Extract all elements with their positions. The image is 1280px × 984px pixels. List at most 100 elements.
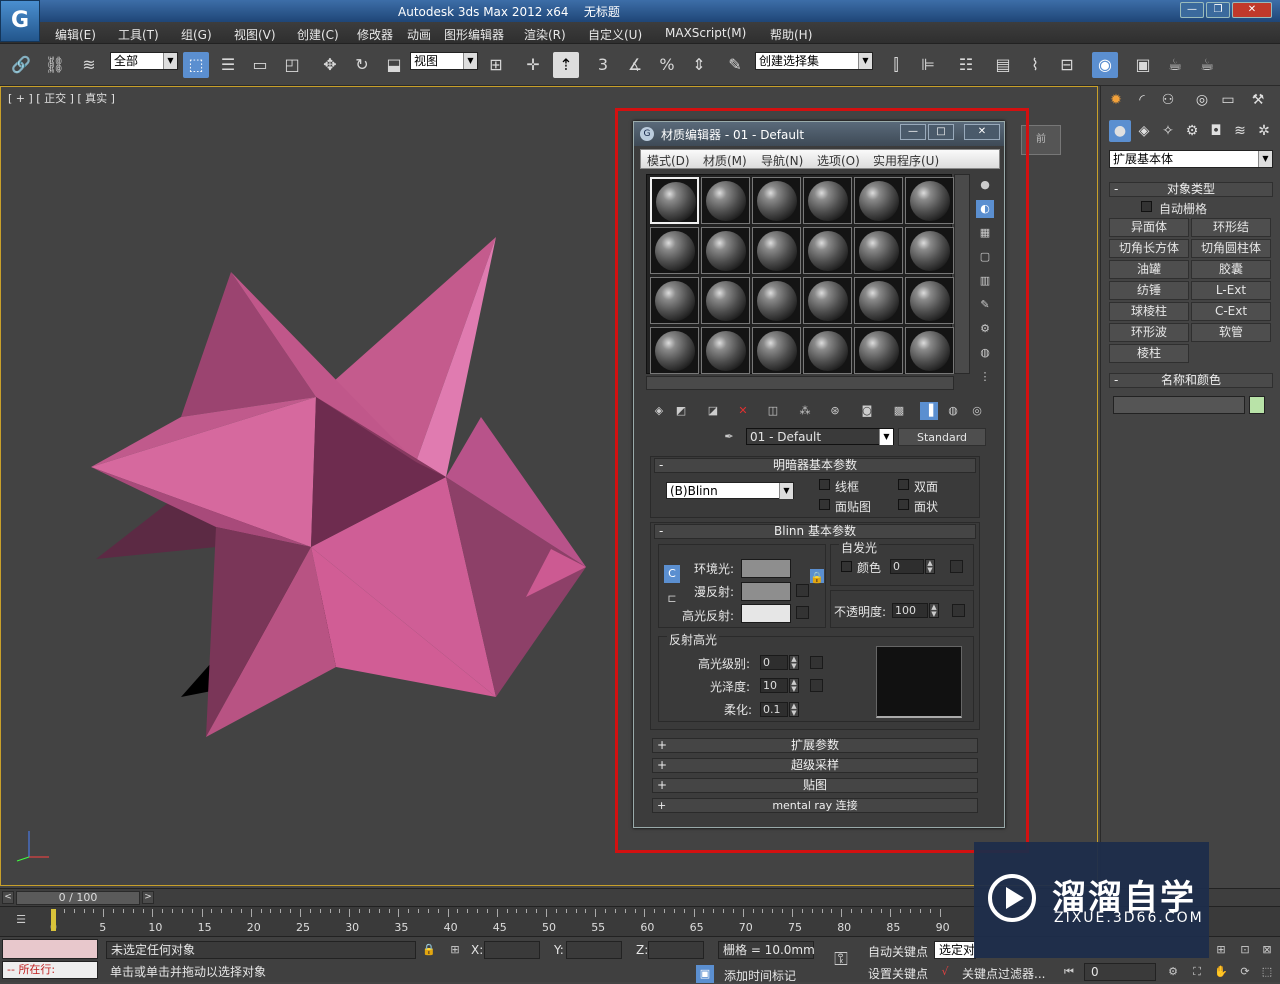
ring-wave-button[interactable]: 环形波 xyxy=(1109,323,1189,342)
sample-slot[interactable] xyxy=(905,227,954,274)
rendered-frame-icon[interactable]: ☕ xyxy=(1162,52,1188,78)
object-name-field[interactable] xyxy=(1113,396,1245,414)
hedra-button[interactable]: 异面体 xyxy=(1109,218,1189,237)
opacity-spinner[interactable]: 100 ▲ ▼ xyxy=(892,603,939,618)
angle-snap-icon[interactable]: ∡ xyxy=(622,52,648,78)
render-setup-icon[interactable]: ▣ xyxy=(1130,52,1156,78)
menu-rendering[interactable]: 渲染(R) xyxy=(524,26,566,43)
menu-tools[interactable]: 工具(T) xyxy=(118,26,159,43)
spec-level-spinner[interactable]: 0 ▲ ▼ xyxy=(760,655,799,670)
make-preview-icon[interactable]: ✎ xyxy=(976,296,994,314)
link-icon[interactable]: 🔗 xyxy=(8,52,34,78)
menu-maxscript[interactable]: MAXScript(M) xyxy=(665,26,746,40)
sample-slot[interactable] xyxy=(701,327,750,374)
auto-key-button[interactable]: 自动关键点 xyxy=(868,943,928,960)
sample-slot[interactable] xyxy=(752,227,801,274)
absolute-mode-icon[interactable]: ⊞ xyxy=(446,941,464,959)
lock-selection-icon[interactable]: 🔒 xyxy=(420,941,438,959)
time-slider[interactable]: 0 / 100 xyxy=(16,891,140,905)
material-name-field[interactable]: 01 - Default ▼ xyxy=(746,428,894,445)
maps-rollout[interactable]: + 贴图 xyxy=(652,778,978,793)
sample-slot[interactable] xyxy=(701,177,750,224)
chamfer-cyl-button[interactable]: 切角圆柱体 xyxy=(1191,239,1271,258)
named-selection-dropdown[interactable]: 创建选择集 ▼ xyxy=(755,52,873,70)
material-editor-titlebar[interactable]: G 材质编辑器 - 01 - Default — □ ✕ xyxy=(634,122,1004,146)
lock-ambient-icon[interactable]: C xyxy=(664,565,680,583)
unlink-icon[interactable]: ⛓ xyxy=(42,52,68,78)
name-color-rollout[interactable]: - 名称和颜色 xyxy=(1109,373,1273,388)
self-illum-spinner[interactable]: 0 ▲ ▼ xyxy=(890,559,935,574)
sample-slot[interactable] xyxy=(803,277,852,324)
object-type-rollout[interactable]: - 对象类型 xyxy=(1109,182,1273,197)
shader-type-dropdown[interactable]: (B)Blinn ▼ xyxy=(666,482,794,499)
options-icon[interactable]: ⚙ xyxy=(976,320,994,338)
field-of-view-icon[interactable]: ⛶ xyxy=(1188,963,1206,981)
copy-material-icon[interactable]: ◫ xyxy=(764,402,782,420)
close-button[interactable]: ✕ xyxy=(1232,2,1272,18)
percent-snap-icon[interactable]: % xyxy=(654,52,680,78)
soften-spinner[interactable]: 0.1 ▲ ▼ xyxy=(760,702,799,717)
material-type-button[interactable]: Standard xyxy=(898,428,986,446)
spacewarps-icon[interactable]: ≋ xyxy=(1229,120,1251,142)
sample-slot[interactable] xyxy=(854,177,903,224)
stellated-polyhedron[interactable] xyxy=(86,237,596,747)
gengon-button[interactable]: 球棱柱 xyxy=(1109,302,1189,321)
slots-vertical-scrollbar[interactable] xyxy=(954,174,970,374)
put-to-scene-icon[interactable]: ◩ xyxy=(672,402,690,420)
sun-icon[interactable]: ✹ xyxy=(1105,89,1127,111)
glossiness-map-button[interactable] xyxy=(810,679,823,692)
uv-tiling-icon[interactable]: ▢ xyxy=(976,248,994,266)
goto-start-icon[interactable]: ⏮ xyxy=(1060,963,1078,981)
pivot-center-icon[interactable]: ⊞ xyxy=(483,52,509,78)
time-config-icon[interactable]: ⚙ xyxy=(1164,963,1182,981)
geometry-category-dropdown[interactable]: 扩展基本体 ▼ xyxy=(1109,150,1273,168)
mat-menu-material[interactable]: 材质(M) xyxy=(703,152,747,169)
menu-graph-editors[interactable]: 图形编辑器 xyxy=(444,26,504,43)
sample-slot[interactable] xyxy=(650,277,699,324)
lock-specular-icon[interactable]: ⊏ xyxy=(664,590,680,608)
two-sided-checkbox[interactable] xyxy=(898,479,909,490)
manipulate-icon[interactable]: ✛ xyxy=(520,52,546,78)
torus-knot-button[interactable]: 环形结 xyxy=(1191,218,1271,237)
sample-slot[interactable] xyxy=(854,277,903,324)
key-filter-curve-icon[interactable]: √ xyxy=(936,963,954,981)
opacity-map-button[interactable] xyxy=(952,604,965,617)
running-line-field[interactable]: -- 所在行: xyxy=(2,961,98,979)
set-key-button[interactable]: 设置关键点 xyxy=(868,965,928,982)
ambient-color-swatch[interactable] xyxy=(741,559,791,578)
align-icon[interactable]: ⊫ xyxy=(915,52,941,78)
render-production-icon[interactable]: ☕ xyxy=(1194,52,1220,78)
mat-close-button[interactable]: ✕ xyxy=(964,124,1000,140)
graphite-toggle-icon[interactable]: ▤ xyxy=(990,52,1016,78)
sample-slot[interactable] xyxy=(905,327,954,374)
rotate-icon[interactable]: ↻ xyxy=(349,52,375,78)
background-icon[interactable]: ▦ xyxy=(976,224,994,242)
get-material-icon[interactable]: ◈ xyxy=(650,402,668,420)
sample-slot[interactable] xyxy=(650,177,699,224)
scale-icon[interactable]: ⬓ xyxy=(381,52,407,78)
selection-filter-dropdown[interactable]: 全部 ▼ xyxy=(110,52,178,70)
diffuse-color-swatch[interactable] xyxy=(741,582,791,601)
curve-editor-icon[interactable]: ⌇ xyxy=(1022,52,1048,78)
zoom-all-icon[interactable]: ⊡ xyxy=(1236,941,1254,959)
eyedropper-icon[interactable]: ✒ xyxy=(720,428,738,446)
open-mini-curve-editor-icon[interactable]: ☰ xyxy=(12,911,30,929)
specular-color-swatch[interactable] xyxy=(741,604,791,623)
sample-slot[interactable] xyxy=(905,177,954,224)
sample-slot[interactable] xyxy=(803,177,852,224)
zoom-region-icon[interactable]: ⊠ xyxy=(1258,941,1276,959)
self-illum-map-button[interactable] xyxy=(950,560,963,573)
minimize-button[interactable]: — xyxy=(1180,2,1204,18)
bind-space-warp-icon[interactable]: ≋ xyxy=(76,52,102,78)
snap-toggle-icon[interactable]: 3 xyxy=(590,52,616,78)
modify-tab-icon[interactable]: ◜ xyxy=(1131,89,1153,111)
pan-view-icon[interactable]: ✋ xyxy=(1212,963,1230,981)
key-filters-button[interactable]: 关键点过滤器... xyxy=(962,965,1045,982)
show-end-result-icon[interactable]: ▐ xyxy=(920,402,938,420)
menu-modifiers[interactable]: 修改器 xyxy=(357,26,393,43)
edit-named-selection-icon[interactable]: ✎ xyxy=(722,52,748,78)
sample-slot[interactable] xyxy=(752,177,801,224)
material-editor-icon[interactable]: ◉ xyxy=(1092,52,1118,78)
window-crossing-icon[interactable]: ◰ xyxy=(279,52,305,78)
menu-views[interactable]: 视图(V) xyxy=(234,26,276,43)
